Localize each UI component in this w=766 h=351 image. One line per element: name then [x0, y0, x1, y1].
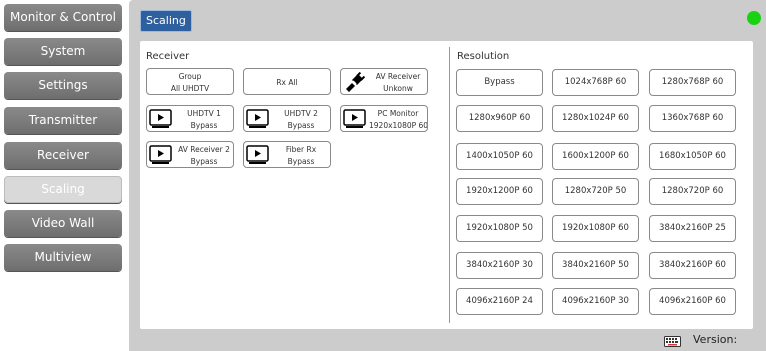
sidebar-item-receiver[interactable]: Receiver — [4, 142, 122, 169]
sidebar-item-monitor-control[interactable]: Monitor & Control — [4, 4, 122, 31]
receiver-button-name: UHDTV 1 — [187, 109, 221, 118]
receiver-uhdtv1-button[interactable]: UHDTV 1 Bypass — [146, 105, 234, 132]
status-indicator — [747, 11, 761, 25]
receiver-button-name: AV Receiver — [375, 72, 421, 81]
resolution-option[interactable]: 1920x1080P 60 — [552, 215, 639, 242]
display-icon — [246, 109, 269, 128]
sidebar-item-settings[interactable]: Settings — [4, 72, 122, 99]
sidebar-item-multiview[interactable]: Multiview — [4, 244, 122, 271]
resolution-option[interactable]: 1280x960P 60 — [456, 105, 543, 132]
sidebar: Monitor & Control System Settings Transm… — [0, 0, 128, 351]
resolution-option[interactable]: 1920x1080P 50 — [456, 215, 543, 242]
display-icon — [246, 145, 269, 164]
receiver-button-status: 1920x1080P 60 — [369, 121, 428, 130]
resolution-option[interactable]: 3840x2160P 25 — [649, 215, 736, 242]
receiver-button-name: Fiber Rx — [285, 145, 317, 154]
receiver-button-name: Group — [178, 72, 202, 81]
resolution-option[interactable]: 4096x2160P 60 — [649, 288, 736, 315]
page-title: Scaling — [140, 10, 192, 32]
receiver-uhdtv2-button[interactable]: UHDTV 2 Bypass — [243, 105, 331, 132]
receiver-fiber-rx-button[interactable]: Fiber Rx Bypass — [243, 141, 331, 168]
display-icon — [343, 109, 366, 128]
receiver-button-name: Rx All — [276, 78, 298, 87]
receiver-button-status: Bypass — [190, 121, 218, 130]
section-divider — [449, 47, 450, 323]
receiver-button-status: Unkonw — [383, 84, 413, 93]
sidebar-item-scaling[interactable]: Scaling — [4, 176, 122, 203]
receiver-button-name: AV Receiver 2 — [178, 145, 230, 154]
resolution-option[interactable]: Bypass — [456, 69, 543, 96]
receiver-button-status: Bypass — [190, 157, 218, 166]
receiver-button-name: UHDTV 2 — [284, 109, 318, 118]
resolution-option[interactable]: 1280x720P 50 — [552, 178, 639, 205]
receiver-button-name: PC Monitor — [377, 109, 419, 118]
receiver-button-status: Bypass — [287, 121, 315, 130]
resolution-option[interactable]: 1360x768P 60 — [649, 105, 736, 132]
resolution-option[interactable]: 1024x768P 60 — [552, 69, 639, 96]
resolution-option[interactable]: 4096x2160P 30 — [552, 288, 639, 315]
display-icon — [149, 109, 172, 128]
display-icon — [149, 145, 172, 164]
resolution-option[interactable]: 1400x1050P 60 — [456, 143, 543, 170]
receiver-group-button[interactable]: Group All UHDTV — [146, 68, 234, 95]
version-label: Version: — [693, 333, 738, 346]
resolution-option[interactable]: 1680x1050P 60 — [649, 143, 736, 170]
keyboard-icon[interactable] — [664, 336, 681, 347]
resolution-option[interactable]: 1280x1024P 60 — [552, 105, 639, 132]
resolution-option[interactable]: 1280x720P 60 — [649, 178, 736, 205]
receiver-button-status: Bypass — [287, 157, 315, 166]
plug-icon — [343, 72, 366, 92]
receiver-section-label: Receiver — [146, 51, 190, 62]
main-panel: Scaling Receiver Group All UHDTV Rx All … — [129, 0, 766, 351]
resolution-option[interactable]: 4096x2160P 24 — [456, 288, 543, 315]
content-area: Receiver Group All UHDTV Rx All AV Recei… — [140, 41, 753, 329]
receiver-rx-all-button[interactable]: Rx All — [243, 68, 331, 95]
receiver-button-status: All UHDTV — [170, 84, 210, 93]
resolution-option[interactable]: 1280x768P 60 — [649, 69, 736, 96]
receiver-pc-monitor-button[interactable]: PC Monitor 1920x1080P 60 — [340, 105, 428, 132]
sidebar-item-transmitter[interactable]: Transmitter — [4, 107, 122, 134]
resolution-option[interactable]: 3840x2160P 60 — [649, 252, 736, 279]
resolution-option[interactable]: 3840x2160P 30 — [456, 252, 543, 279]
receiver-av-receiver2-button[interactable]: AV Receiver 2 Bypass — [146, 141, 234, 168]
resolution-option[interactable]: 3840x2160P 50 — [552, 252, 639, 279]
sidebar-item-video-wall[interactable]: Video Wall — [4, 210, 122, 237]
resolution-option[interactable]: 1920x1200P 60 — [456, 178, 543, 205]
receiver-av-receiver-button[interactable]: AV Receiver Unkonw — [340, 68, 428, 95]
resolution-option[interactable]: 1600x1200P 60 — [552, 143, 639, 170]
resolution-section-label: Resolution — [457, 51, 510, 62]
sidebar-item-system[interactable]: System — [4, 38, 122, 65]
